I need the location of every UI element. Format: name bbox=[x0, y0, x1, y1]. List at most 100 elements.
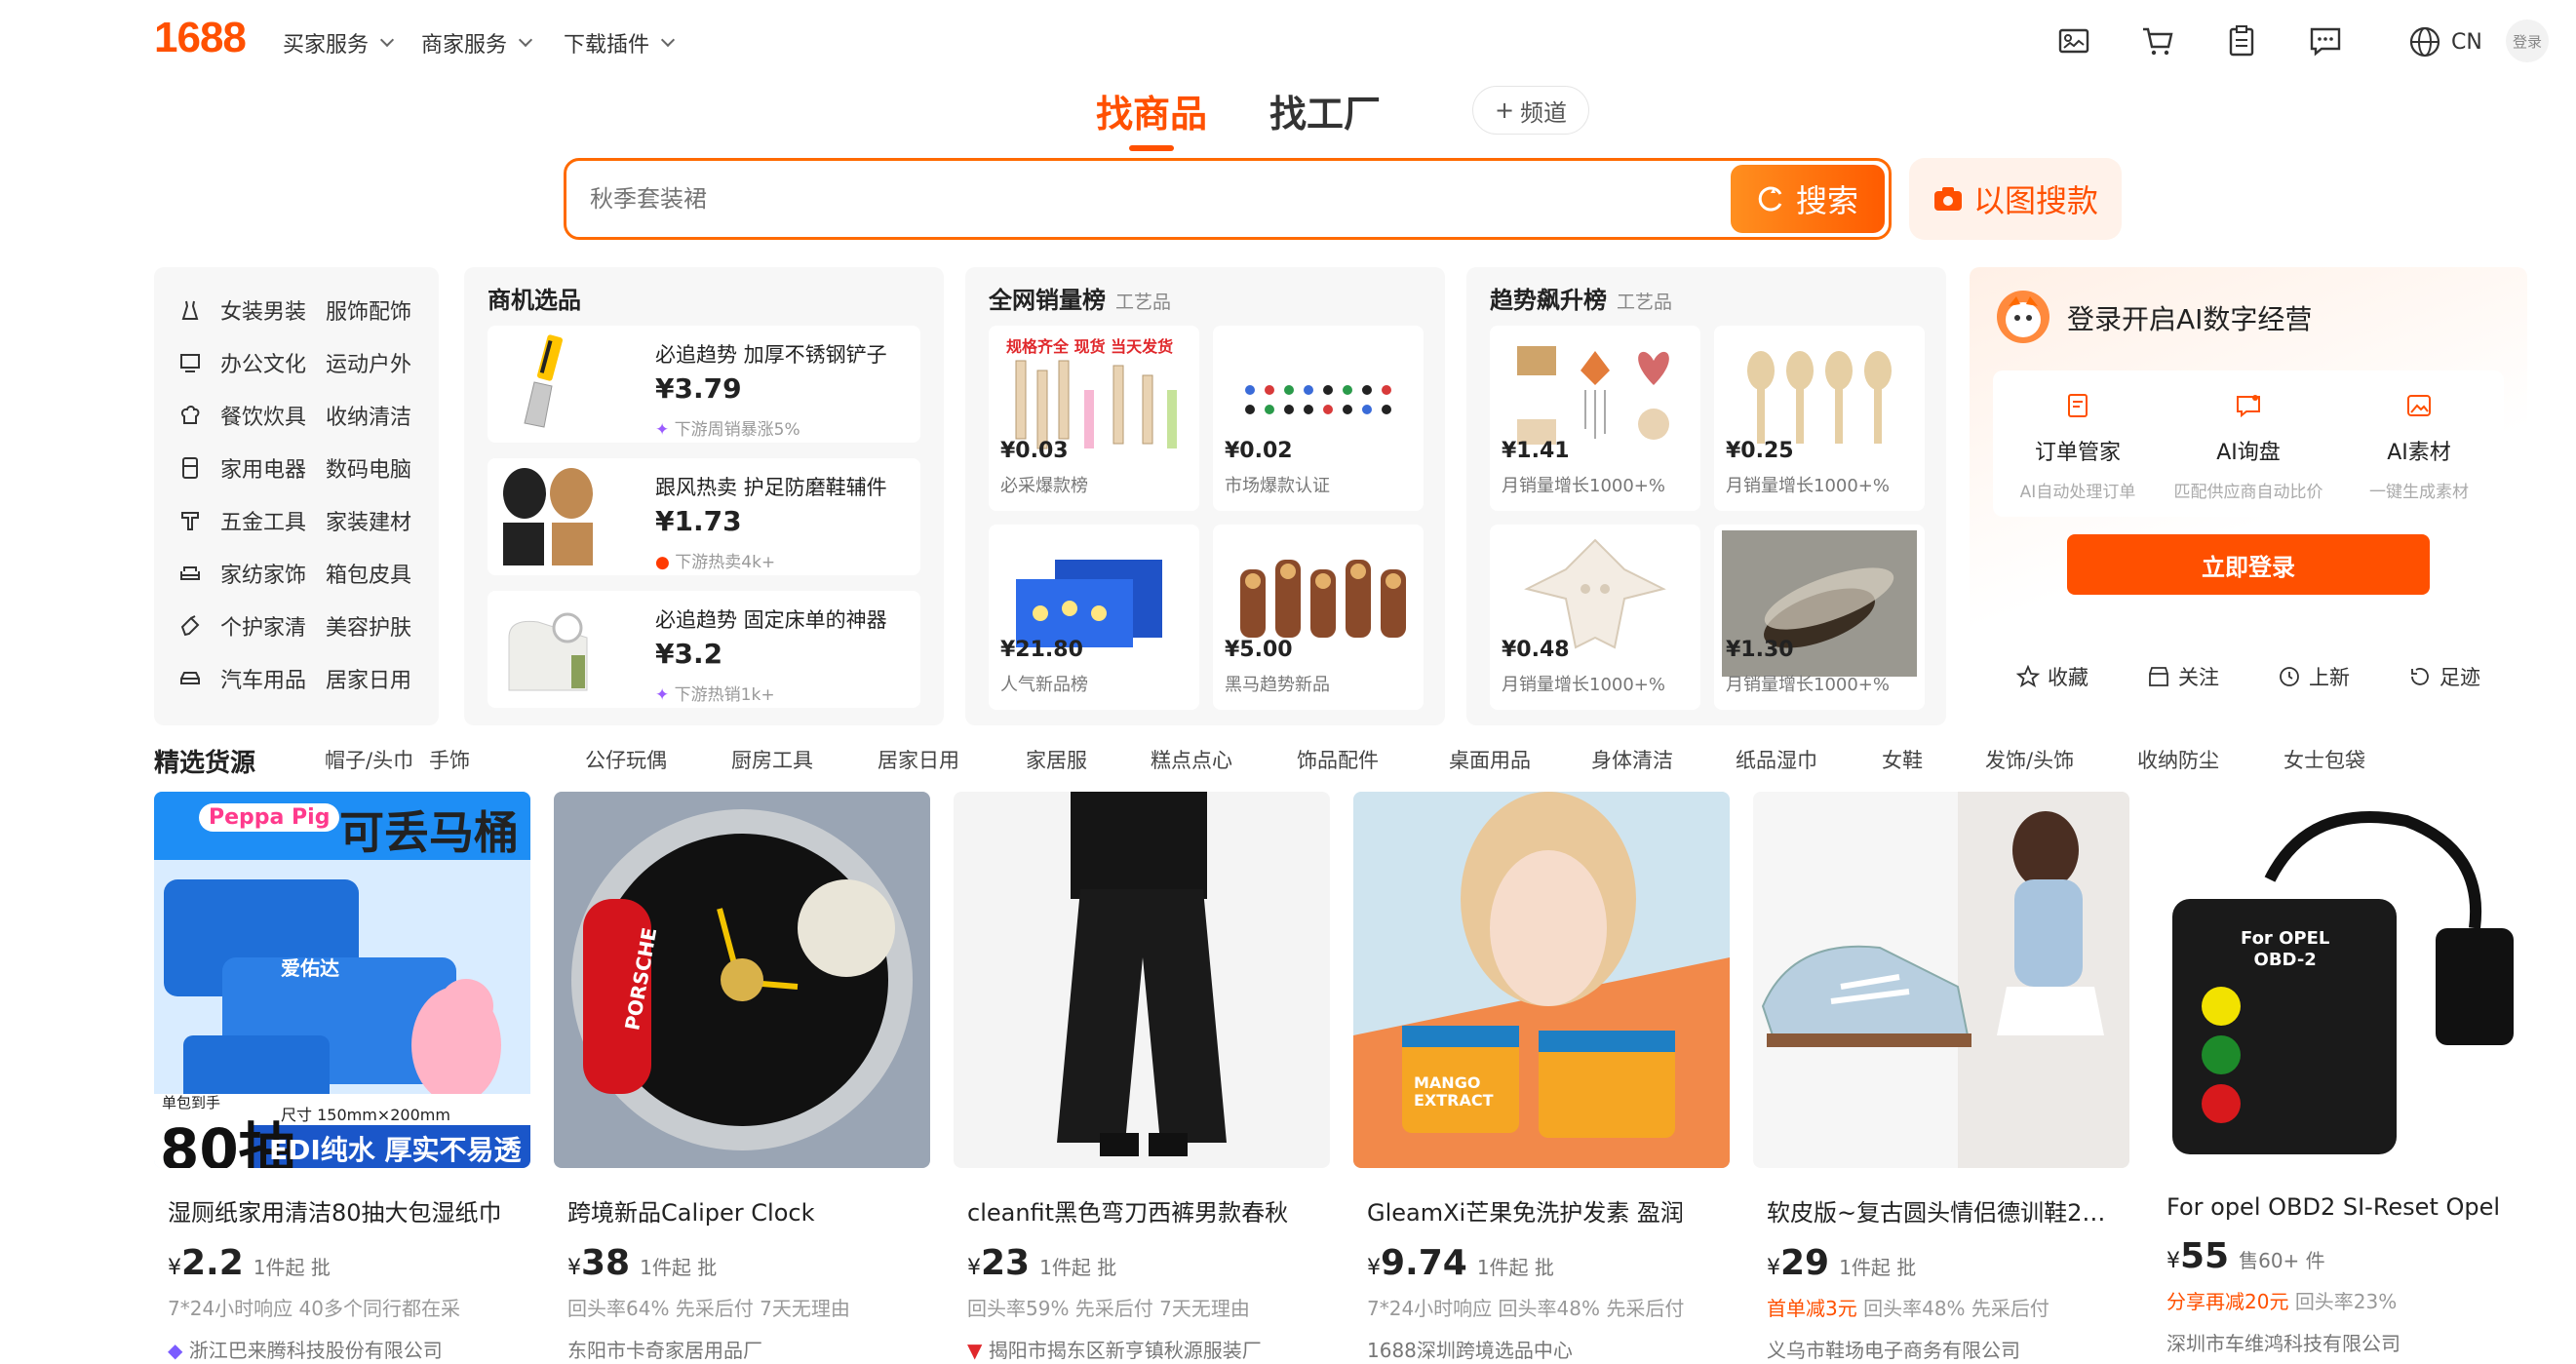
category-item[interactable]: 五金工具 家装建材 bbox=[179, 505, 411, 536]
category-item[interactable]: 女装男装 服饰配饰 bbox=[179, 294, 411, 326]
feature-ai-inquiry[interactable]: AI询盘 匹配供应商自动比价 bbox=[2164, 392, 2333, 502]
filter-tab[interactable]: 饰品配件 bbox=[1297, 745, 1379, 774]
shop-name[interactable]: 义乌市鞋场电子商务有限公司 bbox=[1767, 1335, 2129, 1363]
rank-card[interactable]: ¥1.41 月销量增长1000+% bbox=[1490, 326, 1700, 511]
shop-name[interactable]: 深圳市车维鸿科技有限公司 bbox=[2166, 1328, 2529, 1356]
filter-tab[interactable]: 女士包袋 bbox=[2283, 745, 2365, 774]
rank-card[interactable]: ¥21.80 人气新品榜 bbox=[989, 525, 1199, 710]
tab-find-factories[interactable]: 找工厂 bbox=[1269, 84, 1381, 137]
filter-tab[interactable]: 女鞋 bbox=[1882, 745, 1923, 774]
filter-tab[interactable]: 帽子/头巾 bbox=[325, 745, 413, 774]
product-card[interactable]: For OPEL OBD-2 For opel OBD2 SI-Reset Ope… bbox=[2153, 792, 2529, 1356]
shop-name[interactable]: ◆ 浙江巴来腾科技股份有限公司 bbox=[168, 1335, 530, 1363]
follow-button[interactable]: 关注 bbox=[2124, 645, 2243, 708]
new-arrivals-button[interactable]: 上新 bbox=[2254, 645, 2373, 708]
product-price: ¥23 1件起 批 bbox=[967, 1243, 1117, 1283]
filter-tab[interactable]: 家居服 bbox=[1026, 745, 1087, 774]
product-card[interactable]: 可丢马桶 80抽 EDI纯水 厚实不易透 单包到手 尺寸 150mm×200mm… bbox=[154, 792, 530, 1363]
filter-tab[interactable]: 厨房工具 bbox=[731, 745, 813, 774]
channel-button[interactable]: + 频道 bbox=[1472, 86, 1589, 135]
product-image[interactable]: PORSCHE bbox=[554, 792, 930, 1168]
panel-title: 全网销量榜 工艺品 bbox=[989, 287, 1172, 314]
sales-stat: ✦ 下游周销暴涨5% bbox=[655, 420, 800, 440]
product-title[interactable]: 跨境新品Caliper Clock bbox=[567, 1193, 918, 1228]
product-price: ¥2.2 1件起 批 bbox=[168, 1243, 331, 1283]
product-card[interactable]: PORSCHE 跨境新品Caliper Clock ¥38 1件起 批 回头率64… bbox=[554, 792, 930, 1363]
nav-seller-services[interactable]: 商家服务 bbox=[421, 27, 533, 58]
search-input[interactable] bbox=[590, 161, 1565, 237]
search-button[interactable]: 搜索 bbox=[1731, 165, 1885, 233]
product-title[interactable]: For opel OBD2 SI-Reset Opel bbox=[2166, 1193, 2517, 1221]
feature-order-manager[interactable]: 订单管家 AI自动处理订单 bbox=[1993, 392, 2163, 502]
product-title[interactable]: 软皮版~复古圆头情侣德训鞋2025 bbox=[1767, 1193, 2118, 1228]
tools-icon bbox=[181, 512, 199, 530]
image-search-button[interactable]: 以图搜款 bbox=[1909, 158, 2122, 240]
opportunity-card[interactable]: 跟风热卖 护足防磨鞋辅件 ¥1.73 ● 下游热卖4k+ bbox=[488, 458, 920, 575]
shop-name[interactable]: ▼ 揭阳市揭东区新亨镇秋源服装厂 bbox=[967, 1335, 1330, 1363]
message-icon[interactable] bbox=[2309, 25, 2342, 57]
product-meta: 回头率64% 先采后付 7天无理由 bbox=[567, 1297, 850, 1320]
shop-name[interactable]: 东阳市卡奇家居用品厂 bbox=[567, 1335, 930, 1363]
rank-card[interactable]: ¥0.02 市场爆款认证 bbox=[1213, 326, 1424, 511]
filter-tab[interactable]: 手饰 bbox=[429, 745, 470, 774]
opportunity-card[interactable]: 必追趋势 固定床单的神器 ¥3.2 ✦ 下游热销1k+ bbox=[488, 591, 920, 708]
sales-stat: ✦ 下游热销1k+ bbox=[655, 685, 775, 705]
shop-name[interactable]: 1688深圳跨境选品中心 bbox=[1367, 1335, 1730, 1363]
category-item[interactable]: 家用电器 数码电脑 bbox=[179, 452, 411, 484]
favorites-button[interactable]: 收藏 bbox=[1993, 645, 2112, 708]
category-item[interactable]: 餐饮炊具 收纳清洁 bbox=[179, 400, 411, 431]
mascot-icon bbox=[1997, 291, 2049, 343]
product-image[interactable] bbox=[1753, 792, 2129, 1168]
product-title[interactable]: GleamXi芒果免洗护发素 盈润 bbox=[1367, 1193, 1718, 1228]
category-item[interactable]: 汽车用品 居家日用 bbox=[179, 663, 411, 694]
product-image[interactable]: For OPEL OBD-2 bbox=[2153, 792, 2529, 1168]
product-meta: 回头率59% 先采后付 7天无理由 bbox=[967, 1297, 1250, 1320]
filter-tab[interactable]: 公仔玩偶 bbox=[585, 745, 667, 774]
category-item[interactable]: 家纺家饰 箱包皮具 bbox=[179, 558, 411, 589]
cart-icon[interactable] bbox=[2141, 25, 2174, 57]
orders-icon[interactable] bbox=[2225, 25, 2258, 57]
search-icon bbox=[1758, 186, 1782, 212]
avatar[interactable]: 登录 bbox=[2506, 19, 2549, 62]
workbench-icon[interactable] bbox=[2057, 25, 2090, 57]
filter-tab[interactable]: 居家日用 bbox=[878, 745, 959, 774]
filter-tab[interactable]: 糕点点心 bbox=[1151, 745, 1232, 774]
logo[interactable]: 1688 bbox=[154, 14, 247, 62]
filter-tab[interactable]: 纸品湿巾 bbox=[1736, 745, 1817, 774]
tab-find-products[interactable]: 找商品 bbox=[1096, 84, 1207, 151]
rank-card[interactable]: 规格齐全 现货 当天发货 ¥0.03 必采爆款榜 bbox=[989, 326, 1199, 511]
product-title[interactable]: cleanfit黑色弯刀西裤男款春秋 bbox=[967, 1193, 1318, 1228]
product-card[interactable]: cleanfit黑色弯刀西裤男款春秋 ¥23 1件起 批 回头率59% 先采后付 … bbox=[954, 792, 1330, 1363]
product-image[interactable]: MANGO EXTRACT bbox=[1353, 792, 1730, 1168]
filter-tab[interactable]: 发饰/头饰 bbox=[1985, 745, 2074, 774]
category-item[interactable]: 办公文化 运动户外 bbox=[179, 347, 411, 378]
chef-hat-icon bbox=[180, 406, 200, 424]
nav-download-plugin[interactable]: 下载插件 bbox=[564, 27, 676, 58]
opportunity-card[interactable]: 必追趋势 加厚不锈钢铲子 ¥3.79 ✦ 下游周销暴涨5% bbox=[488, 326, 920, 443]
product-image bbox=[499, 466, 597, 567]
language-switch[interactable]: CN bbox=[2408, 25, 2482, 58]
login-button[interactable]: 立即登录 bbox=[2067, 534, 2430, 595]
product-meta: 分享再减20元 回头率23% bbox=[2166, 1290, 2398, 1313]
product-image[interactable]: 可丢马桶 80抽 EDI纯水 厚实不易透 单包到手 尺寸 150mm×200mm… bbox=[154, 792, 530, 1168]
filter-tab[interactable]: 桌面用品 bbox=[1449, 745, 1531, 774]
clock-icon bbox=[2280, 667, 2299, 686]
feature-ai-material[interactable]: AI素材 一键生成素材 bbox=[2334, 392, 2504, 502]
history-button[interactable]: 足迹 bbox=[2385, 645, 2504, 708]
product-title[interactable]: 湿厕纸家用清洁80抽大包湿纸巾 bbox=[168, 1193, 519, 1228]
category-item[interactable]: 个护家清 美容护肤 bbox=[179, 610, 411, 642]
rank-card[interactable]: ¥0.25 月销量增长1000+% bbox=[1714, 326, 1925, 511]
rank-card[interactable]: ¥1.30 月销量增长1000+% bbox=[1714, 525, 1925, 710]
verified-icon: ▼ bbox=[967, 1339, 983, 1362]
feature-box: 订单管家 AI自动处理订单 AI询盘 匹配供应商自动比价 AI素材 一键生成素材 bbox=[1993, 370, 2504, 517]
product-card[interactable]: MANGO EXTRACT GleamXi芒果免洗护发素 盈润 ¥9.74 1件起 … bbox=[1353, 792, 1730, 1363]
product-image[interactable] bbox=[954, 792, 1330, 1168]
filter-tab[interactable]: 身体清洁 bbox=[1591, 745, 1673, 774]
rank-card[interactable]: ¥0.48 月销量增长1000+% bbox=[1490, 525, 1700, 710]
product-card[interactable]: 软皮版~复古圆头情侣德训鞋2025 ¥29 1件起 批 首单减3元 回头率48% … bbox=[1753, 792, 2129, 1363]
nav-buyer-services[interactable]: 买家服务 bbox=[283, 27, 395, 58]
trend-rank-panel: 趋势飙升榜 工艺品 ¥1.41 月销量增长1000+% ¥0.25 月销量增长10… bbox=[1466, 267, 1946, 725]
globe-icon bbox=[2409, 26, 2440, 58]
filter-tab[interactable]: 收纳防尘 bbox=[2137, 745, 2219, 774]
rank-card[interactable]: ¥5.00 黑马趋势新品 bbox=[1213, 525, 1424, 710]
